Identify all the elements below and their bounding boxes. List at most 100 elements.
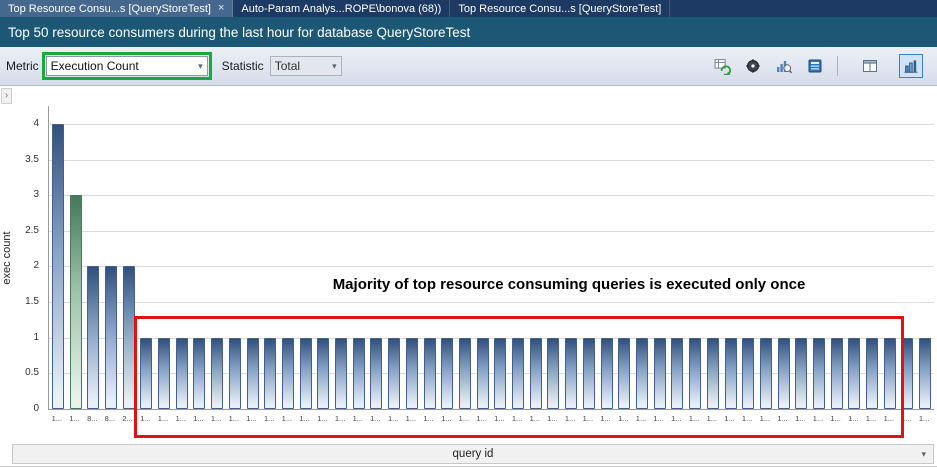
x-tick-label: 1... <box>264 414 274 423</box>
x-tick-label: 1... <box>299 414 309 423</box>
x-axis-labels: 1...1...8...8...2...1...1...1...1...1...… <box>48 414 934 426</box>
bar[interactable] <box>158 338 170 409</box>
bar[interactable] <box>140 338 152 409</box>
metric-dropdown[interactable]: Execution Count ▾ <box>46 56 208 76</box>
y-tick-label: 1.5 <box>6 296 44 307</box>
bar[interactable] <box>264 338 276 409</box>
x-tick-label: 1... <box>158 414 168 423</box>
x-tick-label: 1... <box>707 414 717 423</box>
bar[interactable] <box>335 338 347 409</box>
bar[interactable] <box>353 338 365 409</box>
x-tick-label: 1... <box>565 414 575 423</box>
bar[interactable] <box>778 338 790 409</box>
bar[interactable] <box>866 338 878 409</box>
x-tick-label: 1... <box>530 414 540 423</box>
x-tick-label: 1... <box>777 414 787 423</box>
bar[interactable] <box>547 338 559 409</box>
bar[interactable] <box>884 338 896 409</box>
bar[interactable] <box>671 338 683 409</box>
bar[interactable] <box>424 338 436 409</box>
bar[interactable] <box>229 338 241 409</box>
bar[interactable] <box>52 124 64 409</box>
x-tick-label: 1... <box>335 414 345 423</box>
tab-label: Auto-Param Analys...ROPE\bonova (68)) <box>241 3 441 15</box>
x-tick-label: 8... <box>105 414 115 423</box>
bar[interactable] <box>459 338 471 409</box>
bar[interactable] <box>317 338 329 409</box>
collapse-pane-button[interactable]: › <box>1 88 12 104</box>
grid-view-icon-glyph <box>862 58 878 74</box>
bar[interactable] <box>370 338 382 409</box>
grid-view-icon[interactable] <box>858 54 882 78</box>
x-tick-label: 1... <box>618 414 628 423</box>
bar[interactable] <box>388 338 400 409</box>
tab-top-resource-consumers-active[interactable]: Top Resource Consu...s [QueryStoreTest] … <box>0 0 233 17</box>
bar[interactable] <box>725 338 737 409</box>
bar[interactable] <box>530 338 542 409</box>
x-tick-label: 1... <box>317 414 327 423</box>
tab-top-resource-consumers-2[interactable]: Top Resource Consu...s [QueryStoreTest] <box>450 0 670 17</box>
plot-area: Majority of top resource consuming queri… <box>48 106 934 410</box>
y-tick-label: 3 <box>6 189 44 200</box>
bar[interactable] <box>742 338 754 409</box>
bar[interactable] <box>512 338 524 409</box>
y-tick-label: 1 <box>6 332 44 343</box>
bar[interactable] <box>87 266 99 409</box>
x-tick-label: 1... <box>370 414 380 423</box>
bar[interactable] <box>831 338 843 409</box>
bar[interactable] <box>300 338 312 409</box>
bar[interactable] <box>654 338 666 409</box>
x-tick-label: 8... <box>87 414 97 423</box>
chart-view-icon[interactable] <box>899 54 923 78</box>
statistic-dropdown[interactable]: Total ▾ <box>270 56 342 76</box>
bar[interactable] <box>494 338 506 409</box>
x-axis-title: query id <box>453 448 494 460</box>
bar[interactable] <box>848 338 860 409</box>
x-tick-label: 1... <box>52 414 62 423</box>
bar[interactable] <box>618 338 630 409</box>
bar[interactable] <box>901 338 913 409</box>
x-tick-label: 1... <box>689 414 699 423</box>
x-tick-label: 1... <box>140 414 150 423</box>
bar[interactable] <box>601 338 613 409</box>
x-tick-label: 1... <box>848 414 858 423</box>
bar[interactable] <box>282 338 294 409</box>
bar[interactable] <box>760 338 772 409</box>
bar[interactable] <box>176 338 188 409</box>
bar[interactable] <box>813 338 825 409</box>
x-tick-label: 1... <box>653 414 663 423</box>
close-tab-icon[interactable]: × <box>218 3 224 14</box>
bar[interactable] <box>919 338 931 409</box>
chart-zoom-icon[interactable] <box>772 54 796 78</box>
refresh-icon[interactable] <box>710 54 734 78</box>
bar[interactable] <box>193 338 205 409</box>
bar[interactable] <box>247 338 259 409</box>
bar[interactable] <box>406 338 418 409</box>
track-query-icon[interactable] <box>741 54 765 78</box>
metric-highlight-annotation: Execution Count ▾ <box>42 52 212 80</box>
tab-auto-param-analysis[interactable]: Auto-Param Analys...ROPE\bonova (68)) <box>233 0 450 17</box>
bar[interactable] <box>565 338 577 409</box>
ssms-query-store-window: Top Resource Consu...s [QueryStoreTest] … <box>0 0 937 467</box>
bar[interactable] <box>689 338 701 409</box>
x-axis-title-dropdown[interactable]: query id ▾ <box>12 444 934 464</box>
bar[interactable] <box>583 338 595 409</box>
statistic-dropdown-value: Total <box>275 59 300 73</box>
bar[interactable] <box>211 338 223 409</box>
report-title: Top 50 resource consumers during the las… <box>8 25 470 40</box>
x-tick-label: 1... <box>193 414 203 423</box>
bar[interactable] <box>477 338 489 409</box>
bar[interactable] <box>123 266 135 409</box>
gridline <box>49 195 934 196</box>
x-tick-label: 1... <box>583 414 593 423</box>
bar[interactable] <box>441 338 453 409</box>
bar[interactable] <box>105 266 117 409</box>
bar[interactable] <box>636 338 648 409</box>
bar[interactable] <box>707 338 719 409</box>
bar[interactable] <box>795 338 807 409</box>
configure-pane-icon-glyph <box>807 58 823 74</box>
configure-pane-icon[interactable] <box>803 54 827 78</box>
bar-highlighted-green[interactable] <box>70 195 82 409</box>
x-tick-label: 1... <box>724 414 734 423</box>
gridline <box>49 160 934 161</box>
